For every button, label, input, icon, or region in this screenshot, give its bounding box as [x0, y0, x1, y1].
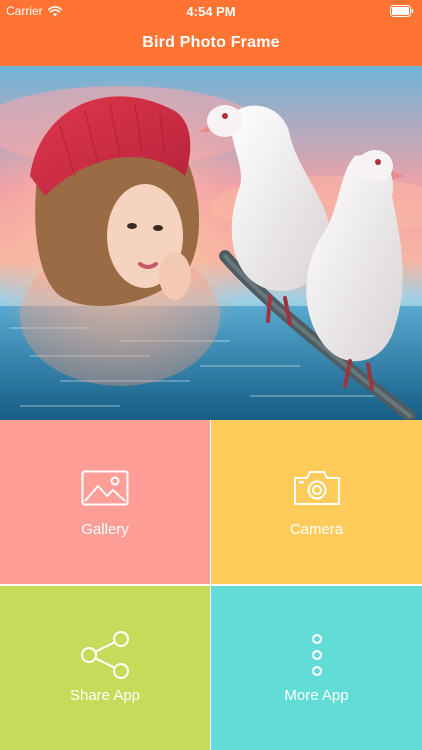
more-vertical-icon	[311, 634, 322, 676]
share-app-label: Share App	[69, 687, 141, 704]
camera-button[interactable]: Camera	[211, 420, 422, 584]
share-app-button[interactable]: Share App	[0, 586, 210, 750]
action-grid: Gallery Camera Share App More App	[0, 420, 422, 750]
more-app-button[interactable]: More App	[211, 586, 422, 750]
camera-icon-wrap	[211, 468, 422, 508]
status-time: 4:54 PM	[186, 4, 236, 19]
camera-icon	[293, 471, 340, 505]
gallery-label: Gallery	[81, 521, 129, 538]
photo-frame-preview	[0, 66, 422, 420]
more-app-label: More App	[284, 687, 349, 704]
gallery-icon-wrap	[0, 468, 210, 508]
status-bar: Carrier 4:54 PM	[0, 0, 422, 22]
camera-label: Camera	[289, 521, 344, 538]
screen: Carrier 4:54 PM Bird Photo Frame Gallery…	[0, 0, 422, 750]
more-icon-wrap	[211, 630, 422, 680]
share-icon-wrap	[0, 630, 210, 680]
gallery-button[interactable]: Gallery	[0, 420, 210, 584]
top-bar: Carrier 4:54 PM Bird Photo Frame	[0, 0, 422, 66]
page-title: Bird Photo Frame	[142, 34, 280, 51]
gallery-icon	[81, 470, 129, 506]
share-icon	[81, 631, 129, 679]
battery-icon	[390, 5, 414, 17]
photo-frame-image	[0, 66, 422, 420]
